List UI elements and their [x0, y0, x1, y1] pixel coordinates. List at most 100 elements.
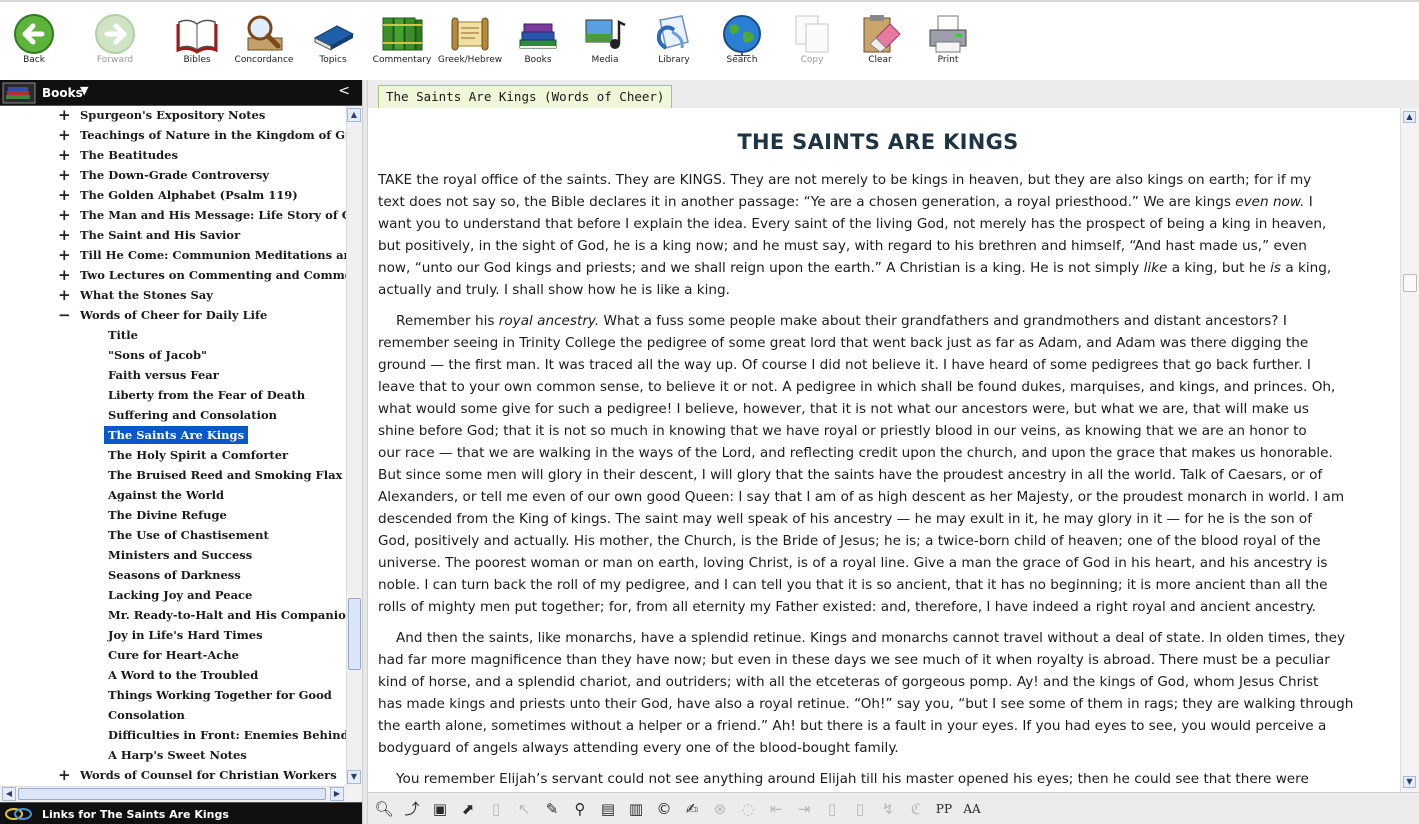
tab-current-document[interactable]: The Saints Are Kings (Words of Cheer) — [378, 85, 673, 108]
tree-node-label[interactable]: The Saints Are Kings — [104, 426, 249, 444]
expand-icon[interactable]: + — [58, 206, 71, 224]
last-icon[interactable]: ⇥ — [794, 799, 814, 819]
toolbar-forward-button[interactable]: Forward — [81, 12, 149, 74]
tree-node-label[interactable]: Words of Cheer for Daily Life — [76, 306, 271, 324]
paragraph-icon[interactable]: PP — [934, 799, 954, 819]
find-next-icon[interactable]: ⤴ — [402, 799, 422, 819]
links-bar[interactable]: Links for The Saints Are Kings — [0, 802, 362, 824]
tree-node-label[interactable]: Consolation — [104, 706, 189, 724]
first-icon[interactable]: ⇤ — [766, 799, 786, 819]
tree-node-label[interactable]: Title — [104, 326, 142, 344]
font-size-icon[interactable]: AA — [962, 799, 982, 819]
tree-node-label[interactable]: The Saint and His Savior — [76, 226, 244, 244]
doc-icon[interactable]: ▯ — [822, 799, 842, 819]
doc-scroll-down-icon[interactable]: ▼ — [1403, 776, 1416, 788]
expand-icon[interactable]: + — [58, 286, 71, 304]
tree-node-label[interactable]: A Word to the Troubled — [104, 666, 262, 684]
toolbar-books-button[interactable]: Books — [504, 12, 572, 74]
toolbar-topics-button[interactable]: Topics — [299, 12, 367, 74]
tree-node-label[interactable]: Against the World — [104, 486, 228, 504]
toolbar-back-button[interactable]: Back — [0, 12, 68, 74]
expand-icon[interactable]: + — [58, 126, 71, 144]
cancel-icon[interactable]: ⊗ — [710, 799, 730, 819]
tree-node-label[interactable]: Till He Come: Communion Meditations and … — [76, 246, 346, 264]
collapse-panel-icon[interactable]: < — [338, 83, 350, 99]
notes-icon[interactable]: ✍ — [682, 799, 702, 819]
tree-node-label[interactable]: The Bruised Reed and Smoking Flax — [104, 466, 346, 484]
toolbar-commentary-button[interactable]: Commentary — [368, 12, 436, 74]
find-in-page-icon[interactable]: ▣ — [430, 799, 450, 819]
tree-node-label[interactable]: Teachings of Nature in the Kingdom of Gr… — [76, 126, 346, 144]
tree-node-label[interactable]: What the Stones Say — [76, 286, 217, 304]
tree-node-label[interactable]: The Beatitudes — [76, 146, 182, 164]
books-dropdown-icon[interactable]: ▼ — [80, 84, 88, 97]
tree-node-label[interactable]: The Use of Chastisement — [104, 526, 273, 544]
collapse-icon[interactable]: − — [58, 306, 71, 324]
expand-icon[interactable]: + — [58, 246, 71, 264]
tree-vertical-scrollbar[interactable]: ▲ ▼ — [346, 106, 362, 786]
expand-icon[interactable]: + — [58, 186, 71, 204]
text-run: want you to understand that before I exp… — [378, 216, 1327, 232]
tree-node-label[interactable]: The Down-Grade Controversy — [76, 166, 273, 184]
tree-node-label[interactable]: "Sons of Jacob" — [104, 346, 211, 364]
tree-node-label[interactable]: Seasons of Darkness — [104, 566, 245, 584]
annotate-icon[interactable]: ✎ — [542, 799, 562, 819]
document-vertical-scrollbar[interactable]: ▲ ▼ — [1400, 108, 1419, 792]
doc-scroll-thumb[interactable] — [1403, 274, 1417, 292]
tree-horizontal-scrollbar[interactable]: ◀ ▶ — [0, 786, 346, 802]
toolbar-copy-button[interactable]: Copy — [778, 12, 846, 74]
tree-node-label[interactable]: Mr. Ready-to-Halt and His Companions — [104, 606, 346, 624]
tree-node-label[interactable]: Ministers and Success — [104, 546, 256, 564]
tree-node-label[interactable]: The Holy Spirit a Comforter — [104, 446, 292, 464]
page-list-icon[interactable]: ▥ — [626, 799, 646, 819]
copyright-icon[interactable]: © — [654, 799, 674, 819]
scroll-thumb[interactable] — [348, 598, 361, 670]
tree-node-label[interactable]: Faith versus Fear — [104, 366, 223, 384]
toolbar-clear-button[interactable]: Clear — [846, 12, 914, 74]
tree-node-label[interactable]: The Divine Refuge — [104, 506, 231, 524]
doc2-icon[interactable]: ▯ — [850, 799, 870, 819]
scroll-up-icon[interactable]: ▲ — [347, 108, 361, 122]
toolbar-media-button[interactable]: Media — [571, 12, 639, 74]
books-panel-title[interactable]: Books — [42, 86, 83, 100]
tree-node-label[interactable]: The Man and His Message: Life Story of C… — [76, 206, 346, 224]
toolbar-search-button[interactable]: Search — [708, 12, 776, 74]
compare-icon[interactable]: ℭ — [906, 799, 926, 819]
tree-node-label[interactable]: The Golden Alphabet (Psalm 119) — [76, 186, 302, 204]
toolbar-bibles-button[interactable]: Bibles — [163, 12, 231, 74]
find-icon[interactable]: 🔍︎ — [374, 799, 394, 819]
expand-icon[interactable]: + — [58, 106, 71, 124]
people-icon[interactable]: ⚲ — [570, 799, 590, 819]
scroll-left-icon[interactable]: ◀ — [2, 787, 16, 801]
tree-node-label[interactable]: Spurgeon's Expository Notes — [76, 106, 269, 124]
toolbar-print-button[interactable]: Print — [914, 12, 982, 74]
expand-icon[interactable]: + — [58, 146, 71, 164]
expand-icon[interactable]: + — [58, 166, 71, 184]
toolbar-greek-hebrew-button[interactable]: Greek/Hebrew — [436, 12, 504, 74]
toolbar-library-button[interactable]: Library — [640, 12, 708, 74]
tree-node-label[interactable]: Things Working Together for Good — [104, 686, 336, 704]
pointer-icon[interactable]: ↖ — [514, 799, 534, 819]
loop-icon[interactable]: ◌ — [738, 799, 758, 819]
expand-icon[interactable]: + — [58, 226, 71, 244]
page-icon[interactable]: ▤ — [598, 799, 618, 819]
tree-node-label[interactable]: Suffering and Consolation — [104, 406, 281, 424]
tree-node-label[interactable]: Cure for Heart-Ache — [104, 646, 243, 664]
jump-icon[interactable]: ↯ — [878, 799, 898, 819]
h-scroll-thumb[interactable] — [18, 788, 326, 800]
scroll-down-icon[interactable]: ▼ — [347, 770, 361, 784]
expand-icon[interactable]: + — [58, 266, 71, 284]
tree-node-label[interactable]: Two Lectures on Commenting and Commentar… — [76, 266, 346, 284]
goto-link-icon[interactable]: ⬈ — [458, 799, 478, 819]
toolbar-concordance-button[interactable]: Concordance — [230, 12, 298, 74]
bookmark-icon[interactable]: ▯ — [486, 799, 506, 819]
tree-node-label[interactable]: Words of Counsel for Christian Workers — [76, 766, 341, 784]
tree-node-label[interactable]: Joy in Life's Hard Times — [104, 626, 267, 644]
doc-scroll-up-icon[interactable]: ▲ — [1403, 111, 1416, 123]
expand-icon[interactable]: + — [58, 766, 71, 784]
tree-node-label[interactable]: Difficulties in Front: Enemies Behind — [104, 726, 346, 744]
tree-node-label[interactable]: Lacking Joy and Peace — [104, 586, 256, 604]
tree-node-label[interactable]: Liberty from the Fear of Death — [104, 386, 309, 404]
tree-node-label[interactable]: A Harp's Sweet Notes — [104, 746, 251, 764]
scroll-right-icon[interactable]: ▶ — [330, 787, 344, 801]
